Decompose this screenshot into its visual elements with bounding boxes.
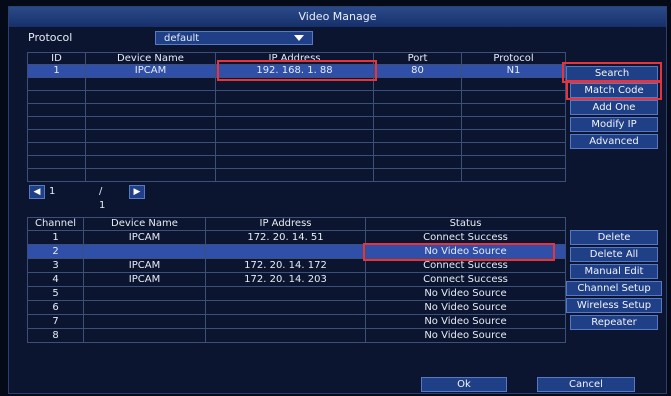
status-cell: No Video Source <box>365 314 566 329</box>
col-device-name-header: Device Name <box>83 217 206 231</box>
ip-address-cell: 172. 20. 14. 203 <box>205 272 366 287</box>
cancel-button[interactable]: Cancel <box>537 377 635 392</box>
add-one-button[interactable]: Add One <box>570 100 658 115</box>
protocol-select[interactable]: default <box>155 31 313 45</box>
modify-ip-button[interactable]: Modify IP <box>570 117 658 132</box>
device-name-cell <box>83 286 206 301</box>
col-device-name-header: Device Name <box>85 52 216 65</box>
delete-all-button[interactable]: Delete All <box>570 247 658 262</box>
status-cell: No Video Source <box>365 328 566 343</box>
device-row[interactable]: 1 IPCAM 192. 168. 1. 88 80 N1 <box>27 64 566 78</box>
device-name-cell <box>83 300 206 315</box>
status-cell: No Video Source <box>365 286 566 301</box>
ip-address-cell: 172. 20. 14. 172 <box>205 258 366 273</box>
channel-row[interactable]: 6 No Video Source <box>27 300 566 315</box>
video-manage-window: Video Manage Protocol default ID Device … <box>8 6 667 394</box>
device-id-cell: 1 <box>27 64 86 78</box>
channel-row[interactable]: 7 No Video Source <box>27 314 566 329</box>
channel-cell: 2 <box>27 244 84 259</box>
channel-cell: 6 <box>27 300 84 315</box>
empty-row[interactable] <box>27 116 566 130</box>
channel-row[interactable]: 4 IPCAM 172. 20. 14. 203 Connect Success <box>27 272 566 287</box>
device-name-cell <box>83 244 206 259</box>
match-code-button[interactable]: Match Code <box>570 83 658 98</box>
channel-cell: 5 <box>27 286 84 301</box>
device-name-cell <box>83 328 206 343</box>
empty-row[interactable] <box>27 168 566 182</box>
device-table: ID Device Name IP Address Port Protocol … <box>27 52 566 182</box>
channel-cell: 1 <box>27 230 84 245</box>
delete-button[interactable]: Delete <box>570 230 658 245</box>
ip-address-cell <box>205 300 366 315</box>
col-ip-address-header: IP Address <box>215 52 374 65</box>
device-name-cell: IPCAM <box>85 64 216 78</box>
page-prev-icon[interactable]: ◀ <box>29 185 45 199</box>
advanced-button[interactable]: Advanced <box>570 134 658 149</box>
device-protocol-cell: N1 <box>461 64 566 78</box>
channel-cell: 8 <box>27 328 84 343</box>
col-port-header: Port <box>373 52 462 65</box>
ip-address-cell <box>205 244 366 259</box>
wireless-setup-button[interactable]: Wireless Setup <box>566 298 662 313</box>
dropdown-arrow-icon <box>294 35 304 41</box>
device-ip-cell: 192. 168. 1. 88 <box>215 64 374 78</box>
ok-button[interactable]: Ok <box>421 377 507 392</box>
device-name-cell: IPCAM <box>83 272 206 287</box>
col-status-header: Status <box>365 217 566 231</box>
col-ip-address-header: IP Address <box>205 217 366 231</box>
channel-setup-button[interactable]: Channel Setup <box>566 281 662 296</box>
ip-address-cell <box>205 314 366 329</box>
empty-row[interactable] <box>27 129 566 143</box>
window-title: Video Manage <box>9 7 666 27</box>
status-cell: No Video Source <box>365 300 566 315</box>
device-table-header: ID Device Name IP Address Port Protocol <box>27 52 566 65</box>
repeater-button[interactable]: Repeater <box>570 315 658 330</box>
status-cell: Connect Success <box>365 272 566 287</box>
channel-cell: 7 <box>27 314 84 329</box>
channel-cell: 4 <box>27 272 84 287</box>
device-name-cell <box>83 314 206 329</box>
status-cell: Connect Success <box>365 230 566 245</box>
device-name-cell: IPCAM <box>83 230 206 245</box>
ip-address-cell <box>205 286 366 301</box>
status-cell: No Video Source <box>365 244 566 259</box>
empty-row[interactable] <box>27 155 566 169</box>
ip-address-cell: 172. 20. 14. 51 <box>205 230 366 245</box>
page-current[interactable]: 1 <box>49 185 55 199</box>
protocol-label: Protocol <box>28 31 73 44</box>
channel-row[interactable]: 5 No Video Source <box>27 286 566 301</box>
col-id-header: ID <box>27 52 86 65</box>
channel-row[interactable]: 3 IPCAM 172. 20. 14. 172 Connect Success <box>27 258 566 273</box>
empty-row[interactable] <box>27 77 566 91</box>
device-name-cell: IPCAM <box>83 258 206 273</box>
page-total: / 1 <box>99 186 106 211</box>
manual-edit-button[interactable]: Manual Edit <box>570 264 658 279</box>
empty-row[interactable] <box>27 90 566 104</box>
channel-row[interactable]: 1 IPCAM 172. 20. 14. 51 Connect Success <box>27 230 566 245</box>
ip-address-cell <box>205 328 366 343</box>
empty-row[interactable] <box>27 142 566 156</box>
device-port-cell: 80 <box>373 64 462 78</box>
search-button[interactable]: Search <box>566 66 658 81</box>
channel-row[interactable]: 2 No Video Source <box>27 244 566 259</box>
status-cell: Connect Success <box>365 258 566 273</box>
channel-row[interactable]: 8 No Video Source <box>27 328 566 343</box>
col-protocol-header: Protocol <box>461 52 566 65</box>
col-channel-header: Channel <box>27 217 84 231</box>
channel-cell: 3 <box>27 258 84 273</box>
empty-row[interactable] <box>27 103 566 117</box>
protocol-select-value: default <box>164 33 200 44</box>
page-next-icon[interactable]: ▶ <box>129 185 145 199</box>
channel-table: Channel Device Name IP Address Status 1 … <box>27 217 566 343</box>
channel-table-header: Channel Device Name IP Address Status <box>27 217 566 231</box>
